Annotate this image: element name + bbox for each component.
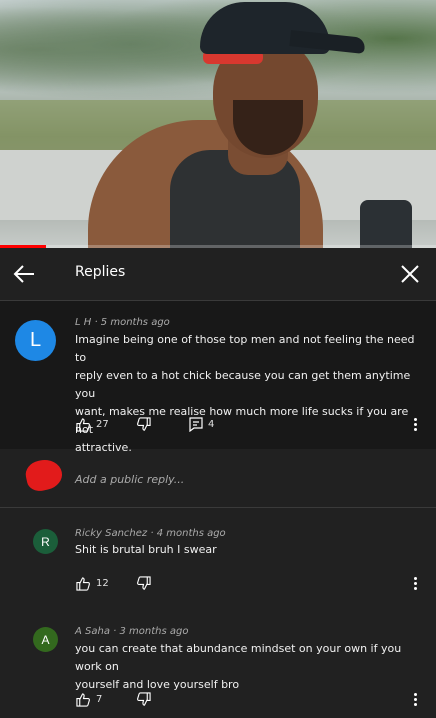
close-icon[interactable] [396, 260, 424, 288]
comment-line: reply even to a hot chick because you ca… [75, 369, 411, 400]
like-count: 12 [96, 578, 109, 589]
add-reply-row [0, 455, 436, 508]
thumbs-up-icon[interactable] [76, 692, 91, 707]
like-count: 7 [96, 694, 103, 705]
thumbs-down-icon[interactable] [136, 576, 151, 591]
video-player[interactable] [0, 0, 436, 248]
video-drink-can [360, 200, 412, 248]
comment-meta: Ricky Sanchez · 4 months ago [75, 528, 226, 539]
comment-line: you can create that abundance mindset on… [75, 642, 402, 673]
comment-text: you can create that abundance mindset on… [75, 640, 425, 694]
replies-header: Replies [0, 248, 436, 301]
comment-meta: A Saha · 3 months ago [75, 626, 189, 637]
comment-line: want, makes me realise how much more lif… [75, 405, 409, 436]
avatar[interactable]: R [33, 529, 58, 554]
thumbs-down-icon[interactable] [136, 692, 151, 707]
avatar[interactable]: A [33, 627, 58, 652]
comment-icon[interactable] [189, 417, 203, 432]
thumbs-up-icon[interactable] [76, 417, 91, 432]
more-vert-icon[interactable] [414, 693, 418, 708]
comment-text: Imagine being one of those top men and n… [75, 331, 425, 457]
thumbs-down-icon[interactable] [136, 417, 151, 432]
top-comment: L L H · 5 months ago Imagine being one o… [0, 301, 436, 454]
comment-text: Shit is brutal bruh I swear [75, 541, 425, 559]
page-title: Replies [75, 264, 126, 280]
more-vert-icon[interactable] [414, 577, 418, 592]
more-vert-icon[interactable] [414, 418, 418, 433]
reply-count[interactable]: 4 [208, 419, 214, 430]
like-count: 27 [96, 419, 109, 430]
arrow-left-icon[interactable] [10, 260, 38, 288]
add-reply-input[interactable]: Add a public reply... [75, 473, 184, 486]
avatar[interactable]: L [15, 320, 56, 361]
comment-line: Shit is brutal bruh I swear [75, 543, 217, 556]
comment-meta: L H · 5 months ago [75, 317, 170, 328]
comment-line: yourself and love yourself bro [75, 678, 240, 691]
thumbs-up-icon[interactable] [76, 576, 91, 591]
comment-line: Imagine being one of those top men and n… [75, 333, 415, 364]
